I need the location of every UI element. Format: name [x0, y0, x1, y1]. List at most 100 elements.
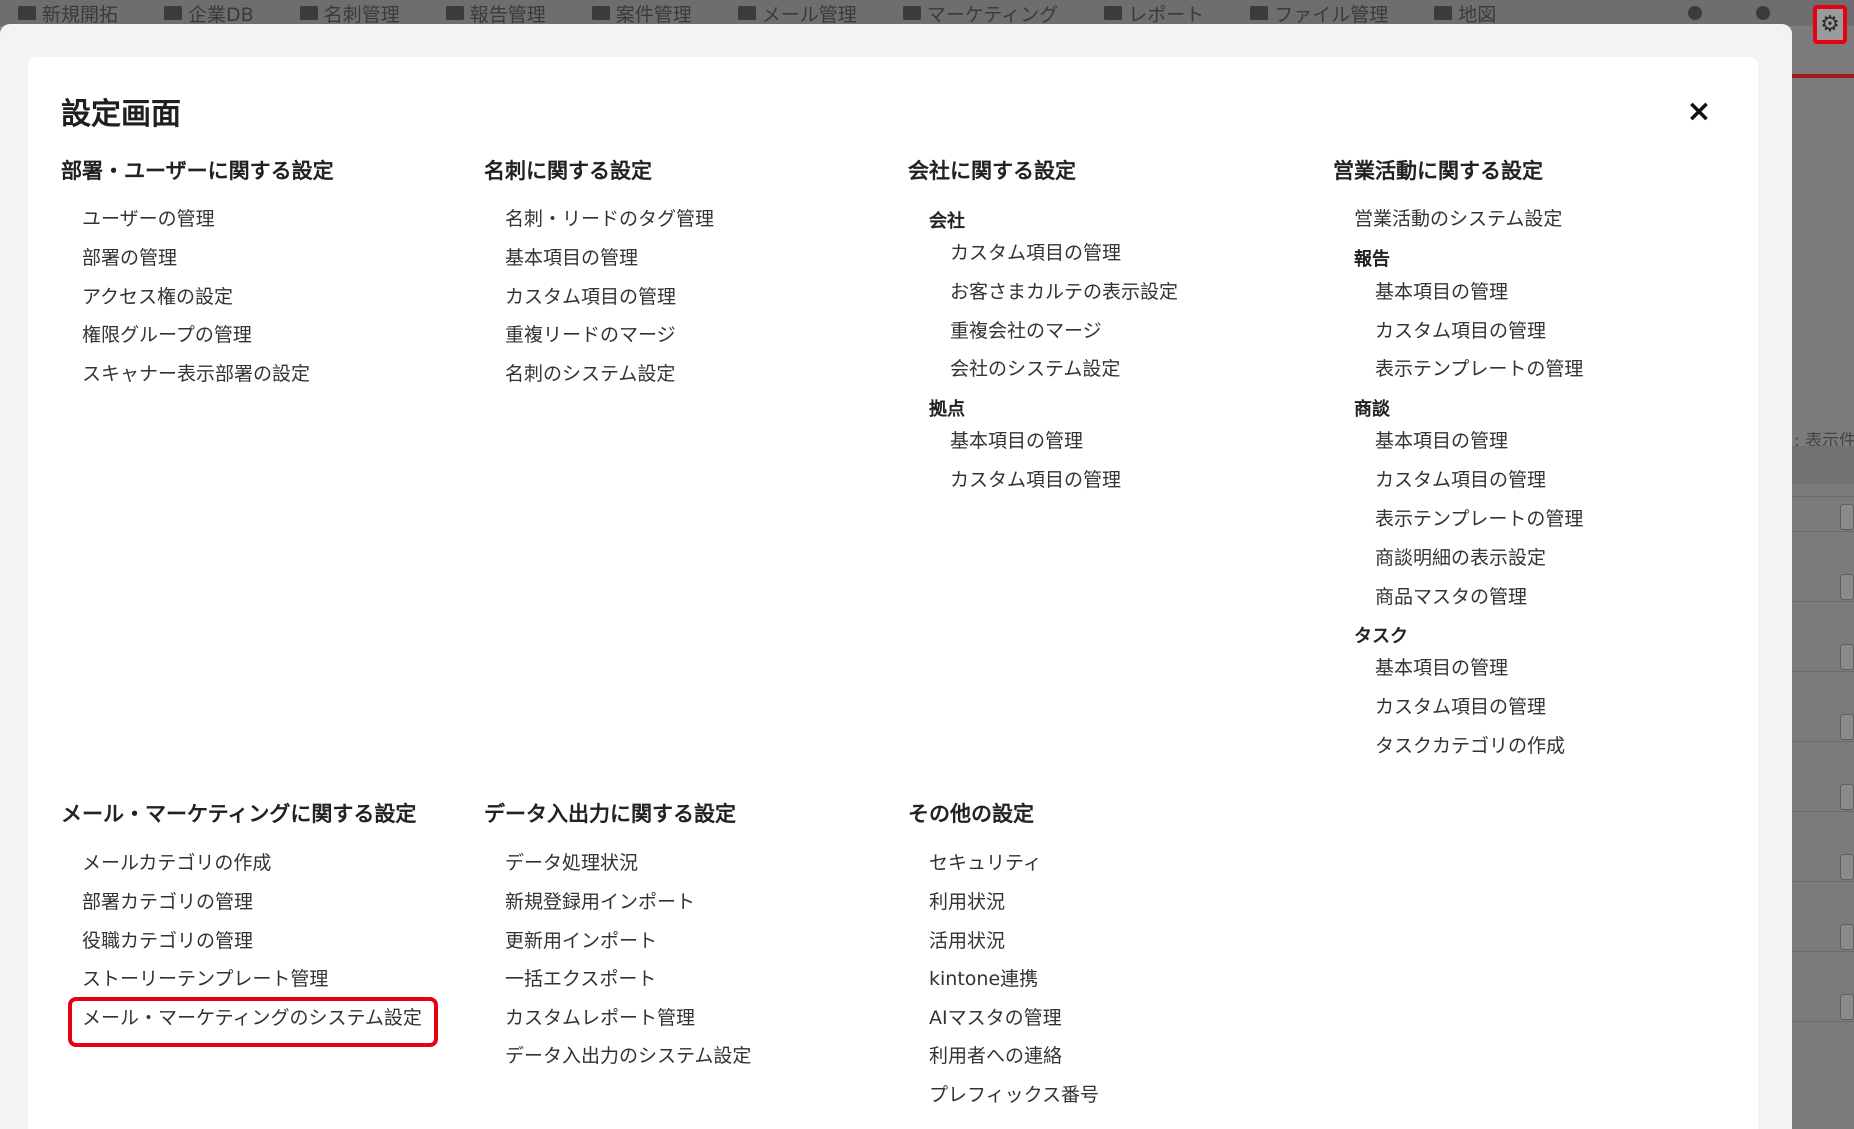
nav-mail-management[interactable]: メール管理 — [737, 0, 857, 26]
table-row — [1792, 671, 1854, 672]
settings-button[interactable]: ⚙ — [1813, 5, 1847, 44]
link-card-lead-tags[interactable]: 名刺・リードのタグ管理 — [505, 206, 714, 232]
search-icon[interactable] — [1688, 6, 1702, 20]
building-icon — [164, 6, 183, 20]
nav-report[interactable]: レポート — [1104, 0, 1204, 26]
link-customer-chart-display[interactable]: お客さまカルテの表示設定 — [950, 279, 1178, 305]
link-report-basic-fields[interactable]: 基本項目の管理 — [1375, 279, 1508, 305]
link-task-basic-fields[interactable]: 基本項目の管理 — [1375, 655, 1508, 681]
link-deal-custom-fields[interactable]: カスタム項目の管理 — [1375, 467, 1546, 493]
link-ai-master[interactable]: AIマスタの管理 — [929, 1005, 1062, 1031]
link-basic-fields[interactable]: 基本項目の管理 — [505, 245, 638, 271]
nav-new-prospect[interactable]: 新規開拓 — [18, 0, 118, 26]
compass-icon — [18, 6, 36, 20]
nav-report-management[interactable]: 報告管理 — [445, 0, 546, 26]
row-checkbox[interactable] — [1840, 784, 1854, 810]
link-data-io-system-settings[interactable]: データ入出力のシステム設定 — [505, 1043, 751, 1069]
link-report-templates[interactable]: 表示テンプレートの管理 — [1375, 356, 1583, 382]
section-meishi: 名刺に関する設定 名刺・リードのタグ管理 基本項目の管理 カスタム項目の管理 重… — [484, 155, 904, 455]
megaphone-icon — [902, 6, 921, 20]
row-checkbox[interactable] — [1840, 924, 1854, 950]
nav-map[interactable]: 地図 — [1434, 0, 1496, 26]
link-user-contact[interactable]: 利用者への連絡 — [929, 1043, 1062, 1069]
section-title: 会社に関する設定 — [908, 159, 1076, 183]
briefcase-icon — [591, 6, 610, 20]
link-card-system-settings[interactable]: 名刺のシステム設定 — [505, 361, 675, 387]
link-bulk-export[interactable]: 一括エクスポート — [505, 966, 656, 992]
section-title: 営業活動に関する設定 — [1333, 159, 1543, 183]
link-dept-management[interactable]: 部署の管理 — [82, 245, 177, 271]
section-mail-marketing: メール・マーケティングに関する設定 メールカテゴリの作成 部署カテゴリの管理 役… — [61, 798, 481, 1098]
section-title: データ入出力に関する設定 — [484, 802, 736, 826]
link-scanner-dept[interactable]: スキャナー表示部署の設定 — [82, 361, 310, 387]
link-user-management[interactable]: ユーザーの管理 — [82, 206, 215, 232]
group-label-task: タスク — [1354, 626, 1408, 647]
row-checkbox[interactable] — [1840, 714, 1854, 740]
row-checkbox[interactable] — [1840, 994, 1854, 1020]
link-utilization-status[interactable]: 活用状況 — [929, 928, 1005, 954]
nav-file-management[interactable]: ファイル管理 — [1250, 0, 1388, 26]
table-row — [1792, 531, 1854, 532]
link-task-category-create[interactable]: タスクカテゴリの作成 — [1375, 733, 1565, 759]
link-prefix-number[interactable]: プレフィックス番号 — [929, 1082, 1099, 1108]
link-branch-basic-fields[interactable]: 基本項目の管理 — [950, 428, 1083, 454]
row-checkbox[interactable] — [1840, 644, 1854, 670]
group-label-branch: 拠点 — [929, 399, 965, 420]
section-company: 会社に関する設定 会社 カスタム項目の管理 お客さまカルテの表示設定 重複会社の… — [908, 155, 1328, 555]
link-sales-system-settings[interactable]: 営業活動のシステム設定 — [1354, 206, 1562, 232]
link-merge-companies[interactable]: 重複会社のマージ — [950, 318, 1102, 344]
link-custom-fields[interactable]: カスタム項目の管理 — [505, 284, 676, 310]
link-update-import[interactable]: 更新用インポート — [505, 928, 657, 954]
link-mail-marketing-system-settings[interactable]: メール・マーケティングのシステム設定 — [82, 1005, 422, 1031]
link-custom-report[interactable]: カスタムレポート管理 — [505, 1005, 695, 1031]
link-company-custom-fields[interactable]: カスタム項目の管理 — [950, 240, 1121, 266]
nav-deal-management[interactable]: 案件管理 — [591, 0, 692, 26]
link-security[interactable]: セキュリティ — [929, 850, 1042, 876]
nav-card-management[interactable]: 名刺管理 — [299, 0, 400, 26]
bell-icon[interactable] — [1756, 6, 1770, 20]
link-usage-status[interactable]: 利用状況 — [929, 889, 1005, 915]
link-access-rights[interactable]: アクセス権の設定 — [82, 284, 233, 310]
row-checkbox[interactable] — [1840, 504, 1854, 530]
group-label-report: 報告 — [1354, 249, 1390, 270]
link-permission-groups[interactable]: 権限グループの管理 — [82, 322, 252, 348]
close-icon[interactable]: × — [1684, 97, 1714, 127]
mail-icon — [737, 6, 756, 20]
link-story-template[interactable]: ストーリーテンプレート管理 — [82, 966, 328, 992]
link-merge-leads[interactable]: 重複リードのマージ — [505, 322, 676, 348]
link-position-category[interactable]: 役職カテゴリの管理 — [82, 928, 253, 954]
row-checkbox[interactable] — [1840, 854, 1854, 880]
link-dept-category[interactable]: 部署カテゴリの管理 — [82, 889, 253, 915]
link-mail-category-create[interactable]: メールカテゴリの作成 — [82, 850, 271, 876]
section-title: その他の設定 — [908, 802, 1034, 826]
table-row — [1792, 811, 1854, 812]
link-deal-templates[interactable]: 表示テンプレートの管理 — [1375, 506, 1583, 532]
row-checkbox[interactable] — [1840, 574, 1854, 600]
group-label-company: 会社 — [929, 211, 965, 232]
section-title: 部署・ユーザーに関する設定 — [61, 159, 334, 183]
table-row — [1792, 496, 1854, 497]
table-icon — [1104, 6, 1123, 20]
link-deal-basic-fields[interactable]: 基本項目の管理 — [1375, 428, 1508, 454]
link-product-master[interactable]: 商品マスタの管理 — [1375, 584, 1527, 610]
section-sales: 営業活動に関する設定 営業活動のシステム設定 報告 基本項目の管理 カスタム項目… — [1333, 155, 1753, 757]
section-title: メール・マーケティングに関する設定 — [61, 802, 417, 826]
accent-bar — [1792, 74, 1854, 78]
report-icon — [445, 6, 464, 20]
link-deal-detail-display[interactable]: 商談明細の表示設定 — [1375, 545, 1546, 571]
link-kintone[interactable]: kintone連携 — [929, 966, 1038, 992]
link-report-custom-fields[interactable]: カスタム項目の管理 — [1375, 318, 1546, 344]
link-new-import[interactable]: 新規登録用インポート — [505, 889, 695, 915]
link-data-processing-status[interactable]: データ処理状況 — [505, 850, 638, 876]
map-icon — [1434, 6, 1453, 20]
section-title: 名刺に関する設定 — [484, 159, 652, 183]
link-branch-custom-fields[interactable]: カスタム項目の管理 — [950, 467, 1121, 493]
link-task-custom-fields[interactable]: カスタム項目の管理 — [1375, 694, 1546, 720]
settings-modal: 設定画面 × 部署・ユーザーに関する設定 ユーザーの管理 部署の管理 アクセス権… — [28, 57, 1758, 1129]
nav-company-db[interactable]: 企業DB — [164, 0, 254, 26]
link-company-system-settings[interactable]: 会社のシステム設定 — [950, 356, 1120, 382]
folder-icon — [1250, 6, 1269, 20]
section-other: その他の設定 セキュリティ 利用状況 活用状況 kintone連携 AIマスタの… — [908, 798, 1328, 1118]
table-row — [1792, 601, 1854, 602]
nav-marketing[interactable]: マーケティング — [902, 0, 1058, 26]
